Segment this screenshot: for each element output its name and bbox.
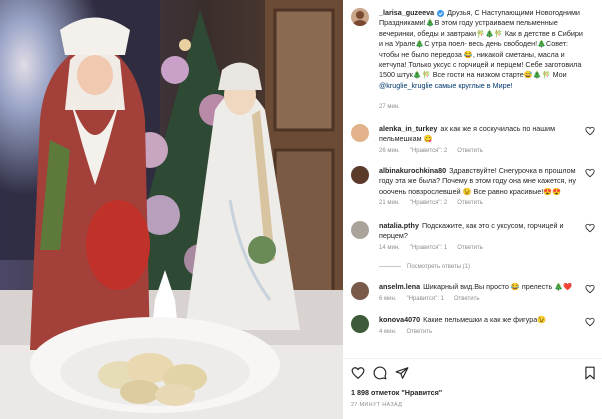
view-replies-button[interactable]: Посмотреть ответы (1) [379,264,470,270]
post-hashtag[interactable]: @kruglie_kruglie самые круглые в Мире! [379,81,513,90]
verified-badge-icon [437,9,445,17]
like-heart-icon[interactable] [585,284,595,294]
comment-icon[interactable] [373,366,387,380]
avatar[interactable] [351,8,369,26]
avatar[interactable] [351,282,369,300]
comment-username[interactable]: konova4070 [379,315,420,324]
comment-likes[interactable]: "Нравится": 1 [406,296,443,302]
bookmark-icon[interactable] [583,366,597,380]
post-caption-text: Друзья, С Наступающими Новогодними Празд… [379,8,583,80]
reply-button[interactable]: Ответить [406,329,432,335]
avatar[interactable] [351,221,369,239]
comment-time: 26 мин. [379,148,400,154]
reply-button[interactable]: Ответить [457,245,483,251]
likes-count[interactable]: 1 898 отметок "Нравится" [351,388,442,397]
like-heart-icon[interactable] [585,317,595,327]
share-icon[interactable] [395,366,409,380]
divider [343,358,602,359]
like-heart-icon[interactable] [585,126,595,136]
divider [379,265,401,267]
post-timestamp: 27 МИНУТ НАЗАД [351,402,403,408]
photo-illustration [0,0,343,419]
comment-time: 4 мин. [379,329,397,335]
post-username[interactable]: _larisa_guzeeva [379,8,434,17]
comment-time: 6 мин. [379,296,397,302]
post-photo [0,0,343,419]
post-time: 27 мин. [379,104,400,110]
avatar[interactable] [351,166,369,184]
comment-username[interactable]: albinakurochkina80 [379,166,446,175]
avatar[interactable] [351,124,369,142]
comment-username[interactable]: natalia.pthy [379,221,419,230]
comment-time: 21 мин. [379,200,400,206]
comment-likes[interactable]: "Нравится": 2 [410,148,447,154]
comment-likes[interactable]: "Нравится": 1 [410,245,447,251]
comment-text: Какие пельмешки а как же фигура😉 [423,315,547,324]
comment-username[interactable]: anselm.lena [379,282,420,291]
like-heart-icon[interactable] [585,168,595,178]
comments-panel: _larisa_guzeeva Друзья, С Наступающими Но… [343,0,602,419]
comment-text: Шикарный вид.Вы просто 😂 прелесть 🎄❤️ [423,282,573,291]
reply-button[interactable]: Ответить [457,200,483,206]
comment-time: 14 мин. [379,245,400,251]
like-heart-icon[interactable] [351,366,365,380]
avatar[interactable] [351,315,369,333]
like-heart-icon[interactable] [585,223,595,233]
action-bar [351,366,597,382]
comment-likes[interactable]: "Нравится": 2 [410,200,447,206]
comment-username[interactable]: alenka_in_turkey [379,124,437,133]
reply-button[interactable]: Ответить [457,148,483,154]
reply-button[interactable]: Ответить [454,296,480,302]
